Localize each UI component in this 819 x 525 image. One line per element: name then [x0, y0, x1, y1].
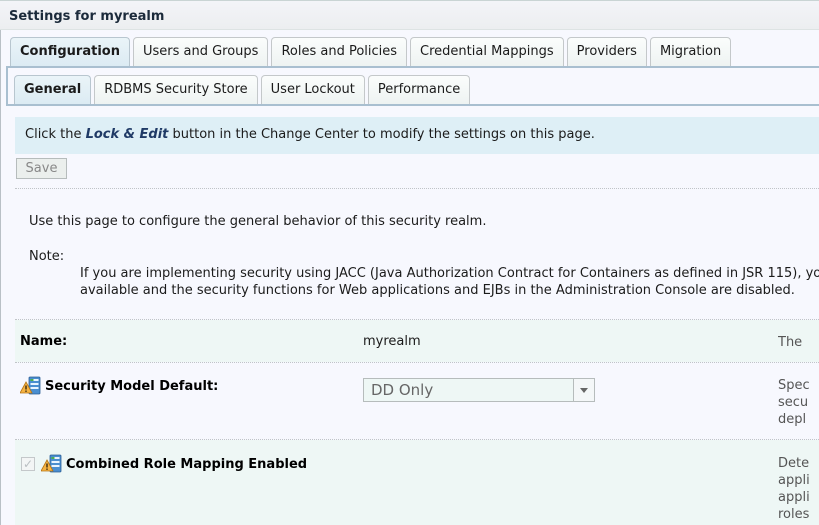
- primary-tab-bar: Configuration Users and Groups Roles and…: [10, 37, 734, 66]
- help-line: depl: [778, 412, 807, 427]
- name-label: Name:: [20, 334, 68, 349]
- note-line-2: available and the security functions for…: [80, 283, 795, 298]
- security-model-selected-value: DD Only: [371, 381, 434, 399]
- divider: [15, 188, 819, 189]
- security-model-help: Spec secu depl: [778, 377, 819, 428]
- secondary-tab-divider: [6, 104, 819, 106]
- primary-tab-divider: [6, 66, 819, 68]
- info-prefix: Click the: [25, 127, 86, 142]
- tab-performance[interactable]: Performance: [367, 75, 471, 104]
- name-value: myrealm: [363, 334, 421, 349]
- secondary-tab-bar: General RDBMS Security Store User Lockou…: [14, 75, 473, 104]
- lock-edit-message: Click the Lock & Edit button in the Chan…: [15, 117, 819, 154]
- tab-configuration[interactable]: Configuration: [10, 37, 130, 66]
- tab-roles-and-policies[interactable]: Roles and Policies: [271, 37, 408, 66]
- save-button[interactable]: Save: [16, 158, 67, 179]
- help-line: appli: [778, 473, 810, 488]
- name-help: The: [778, 334, 819, 351]
- note-line-1: If you are implementing security using J…: [80, 266, 819, 281]
- tab-user-lockout[interactable]: User Lockout: [260, 75, 365, 104]
- security-model-label: Security Model Default:: [19, 376, 219, 396]
- field-row-combined-role-mapping: [15, 440, 819, 525]
- tab-credential-mappings[interactable]: Credential Mappings: [410, 37, 564, 66]
- combined-role-mapping-label: ✓ Combined Role Mapping Enabled: [21, 454, 307, 474]
- note-text: If you are implementing security using J…: [80, 265, 819, 299]
- combined-role-mapping-label-text: Combined Role Mapping Enabled: [66, 456, 308, 472]
- tab-general[interactable]: General: [14, 75, 92, 104]
- info-suffix: button in the Change Center to modify th…: [168, 127, 595, 142]
- help-line: appli: [778, 490, 810, 505]
- note-label: Note:: [29, 249, 65, 264]
- panel-title: Settings for myrealm: [0, 0, 819, 30]
- security-model-label-text: Security Model Default:: [45, 378, 219, 394]
- tab-users-and-groups[interactable]: Users and Groups: [132, 37, 269, 66]
- tab-rdbms-security-store[interactable]: RDBMS Security Store: [94, 75, 258, 104]
- tab-providers[interactable]: Providers: [566, 37, 647, 66]
- dynamic-config-warning-icon: [19, 376, 42, 396]
- lock-edit-emphasis: Lock & Edit: [85, 127, 169, 142]
- subtab-frame: [6, 68, 8, 106]
- tab-migration[interactable]: Migration: [649, 37, 732, 66]
- help-line: secu: [778, 395, 809, 410]
- chevron-down-icon[interactable]: [573, 379, 594, 401]
- help-line: Spec: [778, 378, 810, 393]
- dynamic-config-warning-icon: [40, 454, 63, 474]
- help-line: Dete: [778, 456, 810, 471]
- help-line: The: [778, 335, 803, 350]
- combined-role-mapping-help: Dete appli appli roles: [778, 455, 819, 523]
- help-line: roles: [778, 507, 810, 522]
- combined-role-mapping-checkbox[interactable]: ✓: [21, 457, 35, 471]
- page-description: Use this page to configure the general b…: [29, 214, 487, 229]
- security-model-select[interactable]: DD Only: [363, 378, 595, 402]
- divider: [15, 362, 819, 363]
